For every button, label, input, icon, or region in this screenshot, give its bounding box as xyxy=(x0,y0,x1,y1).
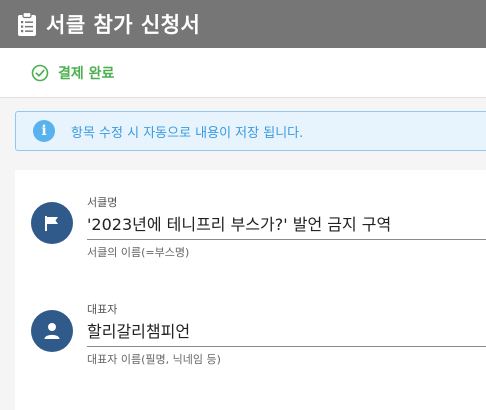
status-label: 결제 완료 xyxy=(58,65,115,82)
representative-label: 대표자 xyxy=(87,303,118,316)
notice-text: 항목 수정 시 자동으로 내용이 저장 됩니다. xyxy=(71,125,304,141)
circle-name-input[interactable]: '2023년에 테니프리 부스가?' 발언 금지 구역 xyxy=(87,211,486,240)
person-icon xyxy=(31,310,73,352)
circle-name-field: 서클명 '2023년에 테니프리 부스가?' 발언 금지 구역 서클의 이름(=… xyxy=(15,192,486,282)
clipboard-icon xyxy=(16,11,38,37)
page-title: 서클 참가 신청서 xyxy=(46,13,201,37)
app-header: 서클 참가 신청서 xyxy=(0,0,486,48)
flag-icon xyxy=(31,202,73,244)
representative-input[interactable]: 할리갈리챔피언 xyxy=(87,318,486,347)
autosave-notice: i 항목 수정 시 자동으로 내용이 저장 됩니다. xyxy=(15,111,486,151)
representative-field: 대표자 할리갈리챔피언 대표자 이름(필명, 닉네임 등) xyxy=(15,301,486,391)
circle-name-label: 서클명 xyxy=(87,196,118,209)
check-circle-icon xyxy=(31,64,49,82)
representative-hint: 대표자 이름(필명, 닉네임 등) xyxy=(87,353,221,366)
payment-status: 결제 완료 xyxy=(0,48,486,98)
circle-name-hint: 서클의 이름(=부스명) xyxy=(87,246,190,259)
form-card: 서클명 '2023년에 테니프리 부스가?' 발언 금지 구역 서클의 이름(=… xyxy=(15,170,486,410)
info-icon: i xyxy=(33,120,55,142)
